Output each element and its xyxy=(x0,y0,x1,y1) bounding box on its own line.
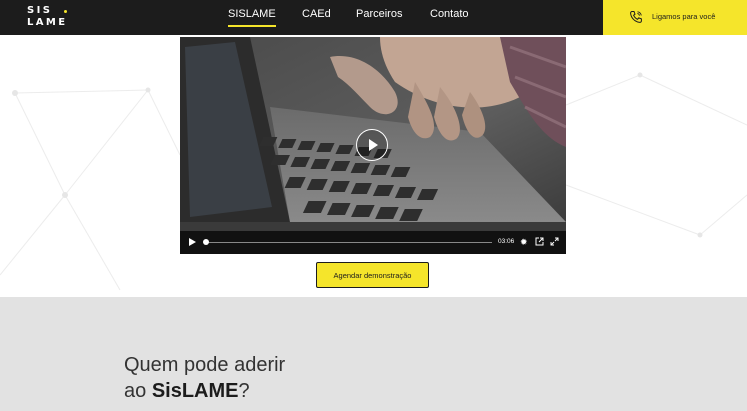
fullscreen-icon[interactable] xyxy=(550,237,559,246)
schedule-demo-button[interactable]: Agendar demonstração xyxy=(316,262,429,288)
call-us-button[interactable]: Ligamos para você xyxy=(603,0,747,35)
top-navigation-bar: SIS LAME SISLAME CAEd Parceiros Contato … xyxy=(0,0,747,35)
nav-item-contato[interactable]: Contato xyxy=(430,8,469,20)
video-play-overlay-button[interactable] xyxy=(356,129,388,161)
gear-icon[interactable]: ✹ xyxy=(520,237,528,247)
heading-line-1: Quem pode aderir xyxy=(124,354,286,376)
logo-dot xyxy=(64,10,67,13)
nav-item-caed[interactable]: CAEd xyxy=(302,8,331,20)
nav-item-parceiros[interactable]: Parceiros xyxy=(356,8,402,20)
video-duration: 03:06 xyxy=(498,238,515,245)
nav-item-sislame[interactable]: SISLAME xyxy=(228,8,276,27)
logo-line-1: SIS xyxy=(27,5,53,16)
logo-line-2: LAME xyxy=(27,17,68,28)
heading-suffix: ? xyxy=(238,380,250,402)
video-controls-bar: 03:06 ✹ xyxy=(180,231,566,254)
external-link-icon[interactable] xyxy=(535,237,544,246)
phone-icon xyxy=(630,11,642,23)
who-can-join-section xyxy=(0,297,747,411)
heading-prefix: ao xyxy=(124,380,152,402)
video-progress-track[interactable] xyxy=(207,242,492,243)
heading-brand: SisLAME xyxy=(151,380,239,402)
play-icon[interactable] xyxy=(189,238,196,246)
sislame-logo[interactable]: SIS LAME xyxy=(27,5,68,29)
call-us-label: Ligamos para você xyxy=(652,12,716,21)
video-progress-knob[interactable] xyxy=(203,239,209,245)
heading-line-2: ao SisLAME? xyxy=(124,378,285,404)
who-can-join-heading: Quem pode aderir ao SisLAME? xyxy=(124,352,285,404)
